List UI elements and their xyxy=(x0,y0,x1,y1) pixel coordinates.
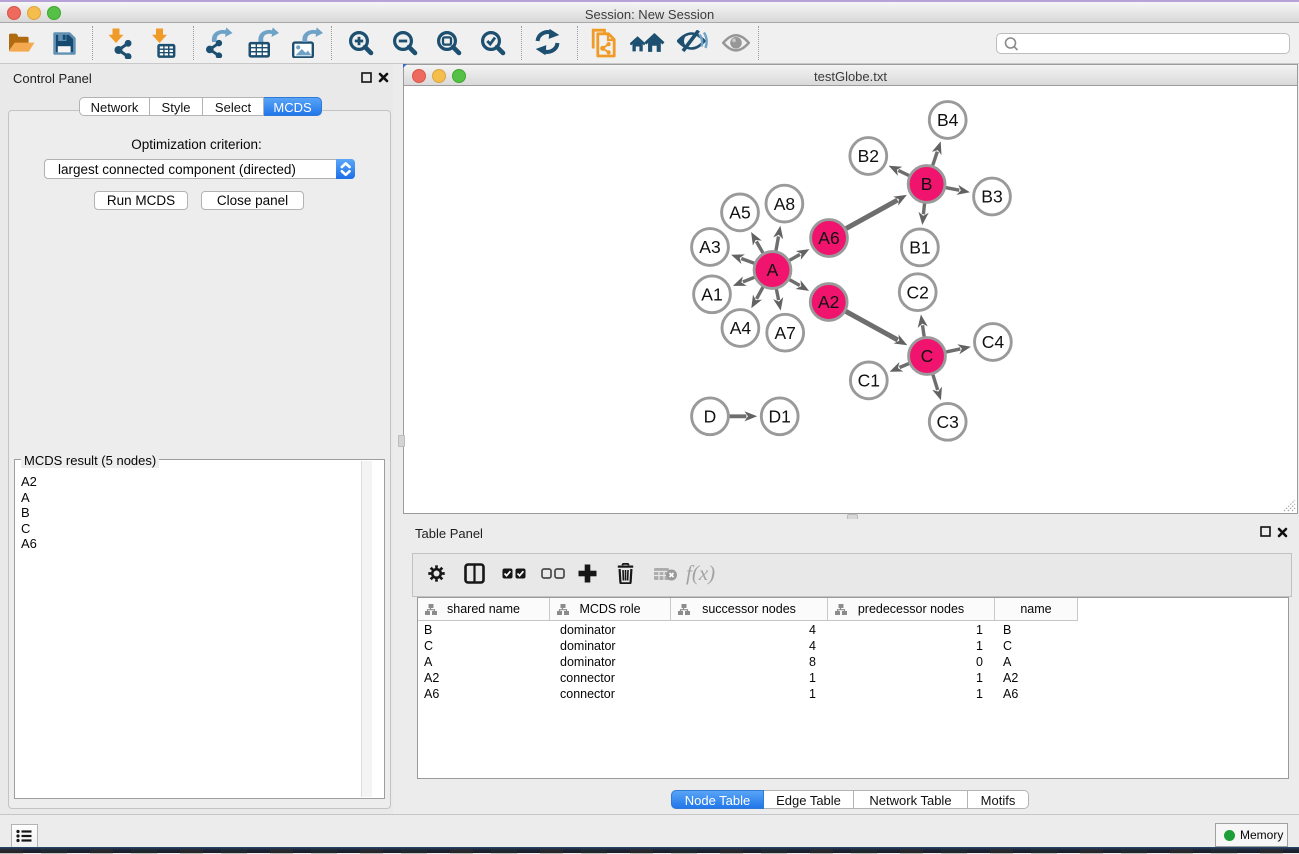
svg-text:A1: A1 xyxy=(701,285,722,305)
svg-text:C3: C3 xyxy=(937,412,959,432)
svg-text:A3: A3 xyxy=(699,237,720,257)
svg-text:C: C xyxy=(921,346,934,366)
svg-text:C1: C1 xyxy=(858,371,880,391)
svg-text:A5: A5 xyxy=(729,203,750,223)
svg-text:B: B xyxy=(921,174,933,194)
svg-text:C2: C2 xyxy=(907,282,929,302)
svg-text:D: D xyxy=(704,407,717,427)
svg-text:B2: B2 xyxy=(858,146,879,166)
svg-text:A8: A8 xyxy=(774,194,795,214)
svg-text:A2: A2 xyxy=(818,292,839,312)
svg-text:D1: D1 xyxy=(769,407,791,427)
svg-text:A4: A4 xyxy=(730,318,752,338)
svg-text:B3: B3 xyxy=(981,187,1002,207)
svg-text:B4: B4 xyxy=(937,110,959,130)
svg-text:A6: A6 xyxy=(818,228,839,248)
svg-text:A: A xyxy=(767,260,779,280)
svg-text:A7: A7 xyxy=(774,323,795,343)
svg-text:B1: B1 xyxy=(909,238,930,258)
svg-text:C4: C4 xyxy=(982,332,1005,352)
